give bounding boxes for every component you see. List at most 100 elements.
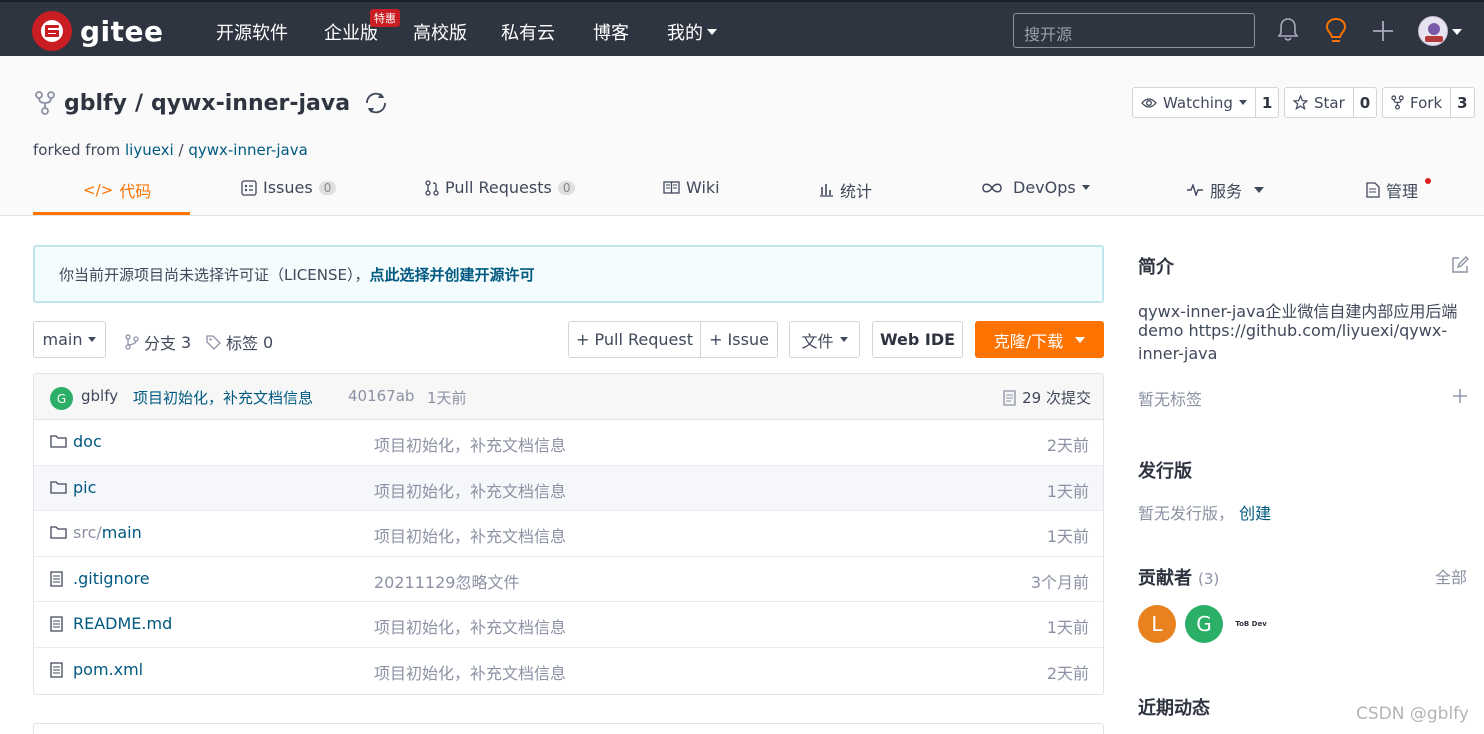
license-create-link[interactable]: 点此选择并创建开源许可 — [369, 266, 534, 284]
file-commit-message[interactable]: 项目初始化，补充文档信息 — [374, 660, 566, 684]
chevron-down-icon — [1238, 100, 1247, 105]
tab-manage[interactable]: 管理 — [1366, 178, 1418, 202]
bar-chart-icon — [820, 184, 833, 197]
file-commit-message[interactable]: 项目初始化，补充文档信息 — [374, 523, 566, 547]
commit-count-link[interactable]: 29 次提交 — [1003, 387, 1091, 408]
new-issue-button[interactable]: + Issue — [700, 321, 778, 358]
folder-icon — [50, 435, 67, 448]
tags-link[interactable]: 标签 0 — [206, 330, 273, 354]
chevron-down-icon — [839, 337, 848, 342]
commit-hash[interactable]: 40167ab — [348, 387, 414, 405]
lightbulb-icon[interactable] — [1325, 17, 1347, 45]
nav-private-cloud[interactable]: 私有云 — [501, 19, 555, 45]
nav-blog[interactable]: 博客 — [593, 19, 629, 45]
contributor-avatar[interactable]: ToB Dev — [1232, 605, 1270, 643]
intro-description-line3[interactable]: inner-java — [1138, 344, 1217, 363]
file-row[interactable]: pic 项目初始化，补充文档信息 1天前 — [34, 465, 1103, 511]
file-row[interactable]: .gitignore 20211129忽略文件 3个月前 — [34, 557, 1103, 602]
promo-badge: 特惠 — [370, 9, 400, 27]
forked-owner-link[interactable]: liyuexi — [125, 141, 174, 159]
tab-code-label: 代码 — [119, 182, 152, 201]
file-name[interactable]: doc — [73, 432, 102, 451]
tab-stats-label: 统计 — [840, 182, 873, 201]
tab-wiki[interactable]: Wiki — [663, 178, 720, 197]
commit-message[interactable]: 项目初始化，补充文档信息 — [133, 387, 313, 408]
chevron-down-icon — [88, 337, 97, 342]
fork-label: Fork — [1410, 93, 1443, 112]
file-name[interactable]: .gitignore — [73, 569, 150, 588]
forked-prefix: forked from — [33, 141, 121, 159]
plus-icon[interactable] — [1372, 20, 1394, 42]
file-menu-button[interactable]: 文件 — [789, 321, 860, 358]
tab-devops[interactable]: DevOps — [981, 178, 1090, 197]
license-notice-text: 你当前开源项目尚未选择许可证（LICENSE）， — [59, 266, 370, 284]
code-icon: </> — [83, 181, 114, 199]
file-name[interactable]: README.md — [73, 614, 172, 633]
fork-count[interactable]: 3 — [1450, 88, 1473, 117]
clone-download-button[interactable]: 克隆/下载 — [975, 321, 1104, 358]
file-commit-message[interactable]: 项目初始化，补充文档信息 — [374, 614, 566, 638]
nav-mine[interactable]: 我的 — [667, 19, 717, 45]
nav-open-source[interactable]: 开源软件 — [216, 19, 288, 45]
intro-description-line2[interactable]: demo https://github.com/liyuexi/qywx- — [1138, 321, 1447, 340]
file-row[interactable]: pom.xml 项目初始化，补充文档信息 2天前 — [34, 648, 1103, 694]
readme-panel — [33, 723, 1104, 734]
chevron-down-icon — [1254, 187, 1265, 193]
file-row[interactable]: src/main 项目初始化，补充文档信息 1天前 — [34, 511, 1103, 557]
file-name[interactable]: pom.xml — [73, 660, 143, 679]
tab-issues-label: Issues — [263, 178, 313, 197]
new-pull-request-button[interactable]: + Pull Request — [568, 321, 701, 358]
branches-link[interactable]: 分支 3 — [125, 330, 191, 354]
branch-select-value: main — [42, 330, 83, 349]
bell-icon[interactable] — [1277, 17, 1299, 43]
tab-services[interactable]: 服务 — [1186, 178, 1265, 202]
avatar-chevron-down-icon[interactable] — [1452, 29, 1462, 35]
commit-author-avatar[interactable]: G — [50, 387, 73, 410]
repo-separator: / — [134, 90, 143, 116]
file-name[interactable]: pic — [73, 478, 96, 497]
file-name[interactable]: src/main — [73, 523, 142, 542]
contributor-avatar[interactable]: L — [1138, 605, 1176, 643]
branch-select[interactable]: main — [33, 321, 106, 358]
watch-count[interactable]: 1 — [1254, 88, 1278, 117]
star-button[interactable]: Star 0 — [1284, 87, 1378, 118]
star-count[interactable]: 0 — [1352, 88, 1376, 117]
chevron-down-icon — [1081, 185, 1090, 190]
create-release-link[interactable]: 创建 — [1239, 504, 1271, 523]
intro-title: 简介 — [1138, 257, 1174, 278]
commit-author[interactable]: gblfy — [81, 387, 118, 405]
edit-icon[interactable] — [1451, 256, 1469, 274]
all-contributors-link[interactable]: 全部 — [1435, 564, 1467, 588]
tab-pull-requests[interactable]: Pull Requests 0 — [425, 178, 576, 197]
file-row[interactable]: README.md 项目初始化，补充文档信息 1天前 — [34, 602, 1103, 648]
forked-separator: / — [178, 141, 184, 159]
gitee-logo-icon — [32, 11, 72, 51]
watch-button[interactable]: Watching 1 — [1132, 87, 1280, 118]
commit-time: 1天前 — [427, 389, 467, 407]
file-path-prefix: src/ — [73, 523, 102, 542]
file-commit-message[interactable]: 项目初始化，补充文档信息 — [374, 478, 566, 502]
file-commit-message[interactable]: 20211129忽略文件 — [374, 569, 519, 593]
issues-count: 0 — [318, 180, 337, 195]
user-avatar[interactable] — [1418, 16, 1448, 46]
fork-button[interactable]: Fork 3 — [1382, 87, 1475, 118]
forked-repo-link[interactable]: qywx-inner-java — [188, 141, 307, 159]
repo-name[interactable]: qywx-inner-java — [151, 91, 350, 116]
notification-dot — [1425, 178, 1431, 184]
file-time: 1天前 — [1046, 481, 1089, 501]
commit-total: 29 次提交 — [1022, 389, 1091, 407]
nav-education[interactable]: 高校版 — [413, 19, 467, 45]
tab-stats[interactable]: 统计 — [819, 178, 872, 202]
tags-label: 标签 — [226, 334, 259, 353]
sync-icon[interactable] — [362, 89, 390, 117]
tab-code[interactable]: </> 代码 — [83, 178, 151, 202]
file-row[interactable]: doc 项目初始化，补充文档信息 2天前 — [34, 420, 1103, 466]
web-ide-button[interactable]: Web IDE — [872, 321, 963, 358]
contributor-avatar[interactable]: G — [1185, 605, 1223, 643]
gitee-logo[interactable]: gitee — [32, 11, 164, 51]
repo-owner[interactable]: gblfy — [64, 91, 127, 116]
file-commit-message[interactable]: 项目初始化，补充文档信息 — [374, 432, 566, 456]
search-input[interactable]: 搜开源 — [1013, 13, 1255, 48]
add-tag-icon[interactable] — [1452, 388, 1468, 404]
tab-issues[interactable]: Issues 0 — [241, 178, 337, 197]
